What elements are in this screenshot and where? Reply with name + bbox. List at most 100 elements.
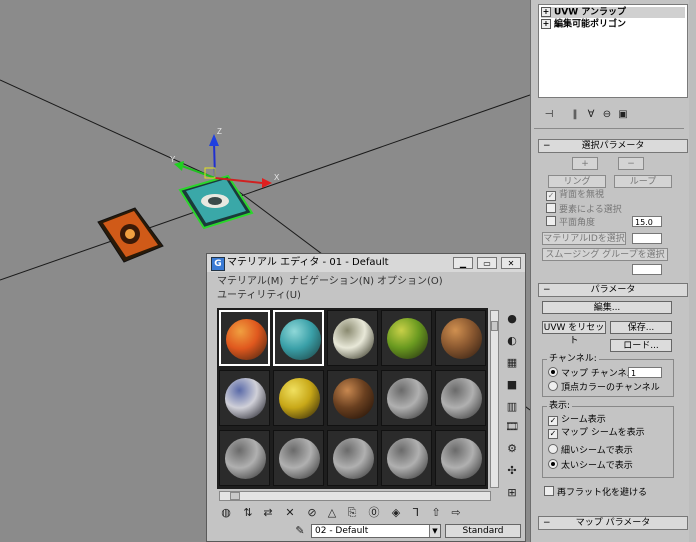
configure-sets-icon[interactable]: ▣ xyxy=(616,108,630,122)
select-by-material-icon[interactable]: ✣ xyxy=(505,464,519,478)
chevron-down-icon[interactable]: ▼ xyxy=(429,525,440,537)
edit-uvw-button[interactable]: 編集... xyxy=(542,301,672,314)
select-mat-id-button[interactable]: マテリアルIDを選択 xyxy=(542,232,626,245)
material-name-field[interactable]: 02 - Default ▼ xyxy=(311,524,441,538)
expand-icon[interactable]: + xyxy=(541,7,551,17)
smoothing-spinner[interactable] xyxy=(632,264,662,275)
options-icon[interactable]: ⚙ xyxy=(505,442,519,456)
ring-button[interactable]: リング xyxy=(548,175,606,188)
gizmo-z-label: Z xyxy=(217,127,222,136)
planar-angle-spinner[interactable]: 15.0 xyxy=(632,216,662,227)
minimize-button[interactable]: ▁ xyxy=(453,257,473,269)
material-slot[interactable] xyxy=(273,310,324,366)
show-end-result-icon[interactable]: ‖ xyxy=(568,108,582,122)
go-forward-to-sibling-icon[interactable]: ⇨ xyxy=(449,506,463,520)
make-copy-icon[interactable]: ⊘ xyxy=(305,506,319,520)
menu-material[interactable]: マテリアル(M) xyxy=(217,275,283,288)
material-sample-sphere xyxy=(279,378,320,419)
modifier-stack-list[interactable]: + UVW アンラップ + 編集可能ポリゴン xyxy=(538,4,688,98)
slots-horizontal-scrollbar[interactable] xyxy=(219,491,491,501)
rollout-map-parameters[interactable]: − マップ パラメータ xyxy=(538,516,688,530)
rollout-parameters[interactable]: − パラメータ xyxy=(538,283,688,297)
assign-to-selection-icon[interactable]: ⇄ xyxy=(261,506,275,520)
material-editor-titlebar[interactable]: G マテリアル エディタ - 01 - Default ▁ ▭ ✕ xyxy=(207,254,525,272)
pick-material-eyedropper-icon[interactable]: ✎ xyxy=(293,524,307,538)
scroll-thumb[interactable] xyxy=(230,492,240,500)
command-panel-scrollbar[interactable] xyxy=(689,0,696,542)
scroll-thumb[interactable] xyxy=(491,321,498,331)
card-plane-orange[interactable] xyxy=(97,207,164,263)
close-button[interactable]: ✕ xyxy=(501,257,521,269)
material-editor-window[interactable]: G マテリアル エディタ - 01 - Default ▁ ▭ ✕ マテリアル(… xyxy=(206,253,526,542)
get-material-icon[interactable]: ◍ xyxy=(219,506,233,520)
grow-selection-button[interactable]: + xyxy=(572,157,598,170)
material-slot[interactable] xyxy=(219,310,270,366)
remove-modifier-icon[interactable]: ⊖ xyxy=(600,108,614,122)
modifier-item-uvw-unwrap[interactable]: + UVW アンラップ xyxy=(541,7,685,18)
menu-navigation[interactable]: ナビゲーション(N) xyxy=(289,275,374,288)
pin-stack-icon[interactable]: ⊣ xyxy=(542,108,556,122)
material-sample-sphere xyxy=(333,318,374,359)
rollout-selection-params[interactable]: − 選択パラメータ xyxy=(538,139,688,153)
backlight-icon[interactable]: ◐ xyxy=(505,334,519,348)
planar-angle-checkbox[interactable]: 平面角度 xyxy=(546,216,595,229)
show-seams-checkbox[interactable]: ✓ シーム表示 xyxy=(548,415,606,426)
rollout-title: マップ パラメータ xyxy=(575,518,651,528)
prevent-reflatten-checkbox[interactable]: 再フラット化を避ける xyxy=(544,486,647,499)
material-navigator-icon[interactable]: ⊞ xyxy=(505,486,519,500)
show-map-in-viewport-icon[interactable]: ◈ xyxy=(389,506,403,520)
move-gizmo[interactable]: X Z Y xyxy=(170,127,280,188)
slots-vertical-scrollbar[interactable] xyxy=(490,310,499,488)
grid-axis-line xyxy=(0,79,231,186)
menu-utilities[interactable]: ユーティリティ(U) xyxy=(217,289,301,302)
video-color-check-icon[interactable]: ▥ xyxy=(505,400,519,414)
ignore-backface-checkbox[interactable]: ✓ 背面を無視 xyxy=(546,190,604,201)
group-label: 表示: xyxy=(547,400,573,412)
make-unique-icon[interactable]: ∀ xyxy=(584,108,598,122)
material-slot[interactable] xyxy=(219,370,270,426)
select-by-element-checkbox[interactable]: 要素による選択 xyxy=(546,203,622,216)
sample-uv-tiling-icon[interactable]: ■ xyxy=(505,378,519,392)
map-channel-spinner[interactable]: 1 xyxy=(628,367,662,378)
menu-options[interactable]: オプション(O) xyxy=(377,275,443,288)
material-slot[interactable] xyxy=(219,430,270,486)
show-end-result-icon[interactable]: ⅂ xyxy=(409,506,423,520)
material-slot[interactable] xyxy=(327,370,378,426)
mat-id-spinner[interactable] xyxy=(632,233,662,244)
thin-seams-radio[interactable]: 細いシームで表示 xyxy=(548,444,633,457)
material-slot[interactable] xyxy=(435,310,486,366)
map-channel-radio[interactable]: マップ チャンネル xyxy=(548,367,636,380)
make-unique-icon[interactable]: △ xyxy=(325,506,339,520)
put-to-scene-icon[interactable]: ⇅ xyxy=(241,506,255,520)
save-button[interactable]: 保存... xyxy=(610,321,672,334)
expand-icon[interactable]: + xyxy=(541,19,551,29)
material-slot[interactable] xyxy=(381,430,432,486)
go-to-parent-icon[interactable]: ⇧ xyxy=(429,506,443,520)
material-slot[interactable] xyxy=(327,430,378,486)
material-id-channel-icon[interactable]: ⓪ xyxy=(367,506,381,520)
put-to-library-icon[interactable]: ⎘ xyxy=(345,506,359,520)
material-slot[interactable] xyxy=(381,310,432,366)
select-smoothing-group-button[interactable]: スムージング グループを選択 xyxy=(542,248,668,261)
load-button[interactable]: ロード... xyxy=(610,339,672,352)
material-slot[interactable] xyxy=(273,430,324,486)
reset-map-icon[interactable]: ✕ xyxy=(283,506,297,520)
reset-uvw-button[interactable]: UVW をリセット xyxy=(542,321,606,346)
modifier-item-editable-poly[interactable]: + 編集可能ポリゴン xyxy=(541,19,685,30)
material-slot[interactable] xyxy=(435,430,486,486)
loop-button[interactable]: ループ xyxy=(614,175,672,188)
shrink-selection-button[interactable]: − xyxy=(618,157,644,170)
material-slot[interactable] xyxy=(381,370,432,426)
maximize-button[interactable]: ▭ xyxy=(477,257,497,269)
vertex-color-channel-radio[interactable]: 頂点カラーのチャンネル xyxy=(548,381,660,394)
background-icon[interactable]: ▦ xyxy=(505,356,519,370)
make-preview-icon[interactable]: 🎞 xyxy=(505,420,519,434)
material-slot[interactable] xyxy=(327,310,378,366)
material-slot[interactable] xyxy=(273,370,324,426)
sample-type-icon[interactable]: ● xyxy=(505,312,519,326)
material-type-button[interactable]: Standard xyxy=(445,524,521,538)
show-map-seams-checkbox[interactable]: ✓ マップ シームを表示 xyxy=(548,428,645,439)
thick-seams-radio[interactable]: 太いシームで表示 xyxy=(548,459,633,472)
material-slot[interactable] xyxy=(435,370,486,426)
card-plane-teal-selected[interactable] xyxy=(178,174,254,230)
